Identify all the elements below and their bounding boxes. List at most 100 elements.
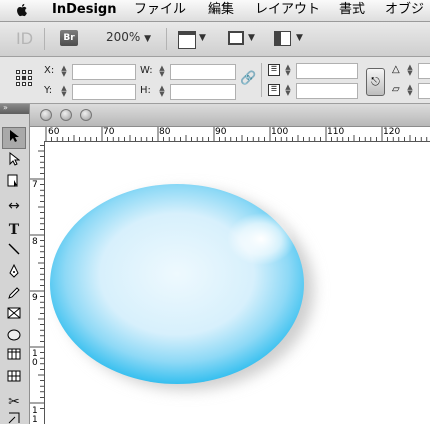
h-field[interactable]: [170, 84, 236, 100]
canvas-artwork: [50, 184, 314, 390]
ruler-label: 8: [32, 237, 38, 247]
transform-tool[interactable]: [2, 410, 26, 424]
pen-tool-icon: [9, 263, 19, 278]
gap-tool[interactable]: ↔: [2, 195, 26, 217]
ruler-label: 100: [271, 127, 289, 137]
document-canvas[interactable]: [45, 142, 430, 424]
ruler-label: 80: [159, 127, 171, 137]
chevron-down-icon[interactable]: ▼: [199, 33, 206, 43]
selection-tool[interactable]: [2, 127, 26, 149]
scale-y-field[interactable]: [296, 83, 358, 99]
tools-panel-header[interactable]: »: [0, 103, 29, 114]
constrain-scale-button[interactable]: ⎋: [366, 68, 385, 96]
zoom-button[interactable]: [80, 109, 92, 121]
app-menu[interactable]: InDesign: [52, 2, 116, 18]
screen-mode-icon: [228, 31, 244, 45]
scale-y-stepper[interactable]: ▲ ▼: [284, 84, 292, 97]
rotate-stepper[interactable]: ▲ ▼: [406, 64, 414, 77]
x-label: X:: [44, 65, 55, 76]
horizontal-ruler-ticks: [45, 127, 428, 141]
gap-tool-icon: ↔: [8, 198, 20, 214]
apple-icon[interactable]: [14, 2, 30, 18]
vertical-ruler[interactable]: 7 8 9 10 11: [30, 141, 45, 425]
free-transform-tool-icon: [8, 412, 20, 424]
horizontal-ruler[interactable]: 60 70 80 90 100 110 120: [44, 127, 430, 142]
type-tool[interactable]: T: [2, 219, 26, 241]
bridge-button[interactable]: Br: [60, 30, 78, 46]
type-tool-icon: T: [8, 222, 20, 238]
ruler-label: 7: [32, 180, 38, 190]
scale-y-icon: ☰: [268, 84, 280, 96]
x-stepper[interactable]: ▲ ▼: [60, 65, 68, 78]
ruler-origin[interactable]: [30, 127, 45, 142]
y-stepper[interactable]: ▲ ▼: [60, 85, 68, 98]
separator: [166, 28, 167, 50]
document-titlebar: [30, 104, 430, 127]
w-label: W:: [140, 65, 153, 76]
separator: [261, 63, 262, 97]
chevron-down-icon: ▼: [144, 34, 152, 44]
screen-mode-button[interactable]: [228, 31, 244, 45]
arrange-documents-button[interactable]: [274, 31, 291, 46]
separator: [44, 28, 45, 50]
view-options-button[interactable]: [178, 31, 196, 49]
shear-field[interactable]: [418, 83, 430, 99]
ruler-label: 11: [32, 406, 38, 425]
x-field[interactable]: [72, 64, 136, 80]
ruler-label: 60: [48, 127, 60, 137]
pencil-tool[interactable]: [2, 285, 26, 307]
menu-object[interactable]: オブジ: [385, 2, 424, 18]
table-icon: [7, 348, 21, 360]
view-options-icon: [178, 31, 196, 49]
constrain-proportions-icon[interactable]: 🔗: [240, 71, 256, 86]
scale-x-stepper[interactable]: ▲ ▼: [284, 64, 292, 77]
rotate-icon: △: [392, 64, 400, 75]
collapse-icon[interactable]: »: [3, 103, 8, 112]
ruler-label: 90: [215, 127, 227, 137]
arrange-documents-icon: [274, 31, 291, 46]
reference-point-icon[interactable]: [16, 70, 32, 86]
menu-file[interactable]: ファイル: [134, 2, 186, 18]
rotate-field[interactable]: [418, 63, 430, 79]
app-logo: ID: [16, 29, 33, 48]
zoom-value: 200%: [106, 30, 141, 44]
ruler-label: 10: [32, 349, 38, 368]
y-label: Y:: [44, 85, 53, 96]
ruler-label: 120: [383, 127, 401, 137]
chevron-down-icon[interactable]: ▼: [248, 33, 255, 43]
pen-tool[interactable]: [2, 263, 26, 285]
close-button[interactable]: [40, 109, 52, 121]
frame-grid-tool[interactable]: [2, 368, 26, 390]
control-panel: X: ▲ ▼ Y: ▲ ▼ W: ▲ ▼ H: ▲ ▼ 🔗 ☰ ▲ ▼ ☰ ▲ ▼ ⎋ △ …: [0, 57, 430, 104]
direct-selection-tool[interactable]: [2, 151, 26, 173]
menu-layout[interactable]: レイアウト: [255, 2, 320, 18]
line-tool[interactable]: [2, 241, 26, 263]
application-bar: ID Br 200% ▼ ▼ ▼ ▼: [0, 22, 430, 57]
ruler-label: 70: [103, 127, 115, 137]
selection-tool-icon: [10, 130, 19, 142]
shear-icon: ▱: [392, 84, 400, 95]
scale-x-field[interactable]: [296, 63, 358, 79]
menu-type[interactable]: 書式: [339, 2, 365, 18]
table-tool[interactable]: [2, 346, 26, 368]
ruler-label: 110: [327, 127, 345, 137]
minimize-button[interactable]: [60, 109, 72, 121]
rectangle-frame-tool[interactable]: [2, 305, 26, 327]
menu-bar: InDesign ファイル 編集 レイアウト 書式 オブジ: [0, 0, 430, 22]
menu-edit[interactable]: 編集: [208, 2, 234, 18]
direct-selection-tool-icon: [9, 151, 21, 166]
table-icon: [7, 370, 21, 382]
pencil-tool-icon: [8, 287, 20, 299]
chevron-down-icon[interactable]: ▼: [296, 33, 303, 43]
w-stepper[interactable]: ▲ ▼: [158, 65, 166, 78]
ellipse-tool-icon: [7, 329, 21, 341]
line-tool-icon: [8, 243, 20, 255]
page-tool[interactable]: [2, 173, 26, 195]
h-stepper[interactable]: ▲ ▼: [158, 85, 166, 98]
ruler-label: 9: [32, 293, 38, 303]
y-field[interactable]: [72, 84, 136, 100]
zoom-level[interactable]: 200% ▼: [106, 30, 151, 44]
w-field[interactable]: [170, 64, 236, 80]
scissors-tool-icon: ✂: [8, 394, 20, 410]
shear-stepper[interactable]: ▲ ▼: [406, 84, 414, 97]
